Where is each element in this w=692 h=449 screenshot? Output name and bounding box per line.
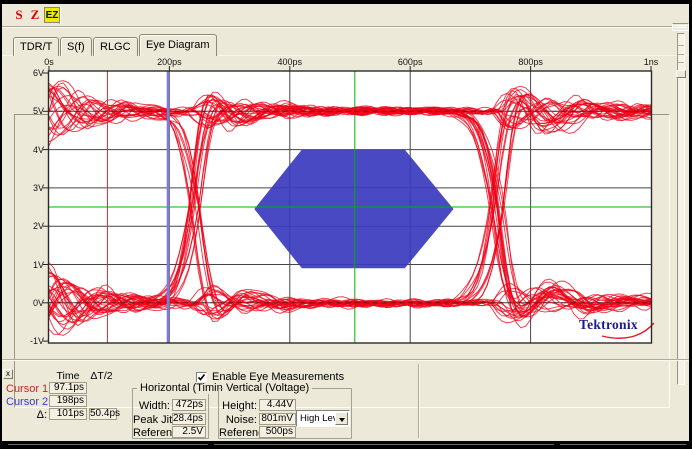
slider-tick xyxy=(678,54,684,55)
x-tick-label: 0s xyxy=(29,57,69,67)
window-edge xyxy=(0,0,692,4)
cursor-row-label: Cursor 1: xyxy=(6,383,47,395)
x-tick-label: 800ps xyxy=(511,57,551,67)
app-window: SZEZ TDR/TS(f)RLGCEye Diagram 0s 200ps 400… xyxy=(0,0,692,449)
ez-app-icon[interactable]: EZ xyxy=(44,7,60,23)
group-title: Vertical (Voltage) xyxy=(223,382,312,394)
column-header-delta-t-half: ΔT/2 xyxy=(86,370,117,382)
field-value: 4.44V xyxy=(259,399,296,411)
y-tick-label: 4V xyxy=(0,145,44,155)
toolbar-divider xyxy=(2,26,689,28)
cursor-time-value: 101ps xyxy=(49,408,87,420)
field-value: 472ps xyxy=(172,399,206,411)
status-bar xyxy=(0,441,692,449)
x-tick-label: 1ns xyxy=(631,57,671,67)
tab-eye-diagram[interactable]: Eye Diagram xyxy=(139,34,217,56)
y-tick-label: 1V xyxy=(0,260,44,270)
x-tick-label: 200ps xyxy=(149,57,189,67)
y-tick-label: 6V xyxy=(0,68,44,78)
y-tick-label: 5V xyxy=(0,106,44,116)
toolbar: SZEZ xyxy=(2,5,689,26)
cursor-time-value: 198ps xyxy=(49,395,87,407)
y-tick-label: 0V xyxy=(0,298,44,308)
cursor-dt2-value: 50.4ps xyxy=(89,408,117,420)
cursor-row-label: Cursor 2: xyxy=(6,396,47,408)
check-icon xyxy=(197,373,206,382)
vertical-slider-track[interactable] xyxy=(677,33,685,385)
status-segment xyxy=(560,444,686,447)
y-tick-label: 3V xyxy=(0,183,44,193)
field-label: Reference: xyxy=(219,427,257,439)
field-label: Width: xyxy=(133,400,170,412)
status-segment xyxy=(8,444,208,447)
field-label: Reference: xyxy=(133,427,170,439)
measurement-panel: x Time ΔT/2 Cursor 1:97.1psCursor 2:198p… xyxy=(0,358,692,441)
panel-divider-vertical xyxy=(418,364,420,438)
tab-rlgc[interactable]: RLGC xyxy=(93,37,138,56)
cursor-time-value: 97.1ps xyxy=(49,382,87,394)
field-value: 28.4ps xyxy=(172,413,206,425)
tab-s-f-[interactable]: S(f) xyxy=(60,37,92,56)
s-app-icon[interactable]: S xyxy=(12,7,26,23)
field-value[interactable]: 500ps xyxy=(259,426,296,438)
vertical-slider-thumb[interactable] xyxy=(676,70,686,78)
status-segment xyxy=(214,444,554,447)
tab-tdr-t[interactable]: TDR/T xyxy=(13,37,59,56)
field-label: Peak Jitter: xyxy=(133,414,170,426)
cursor-row-label: Δ: xyxy=(6,409,47,421)
noise-level-dropdown[interactable]: High Level xyxy=(296,410,350,427)
y-tick-label: 2V xyxy=(0,221,44,231)
slider-tick xyxy=(678,62,684,63)
dropdown-button[interactable] xyxy=(335,412,348,425)
field-value: 801mV xyxy=(259,413,296,425)
chevron-down-icon xyxy=(339,418,345,422)
close-panel-button[interactable]: x xyxy=(3,369,13,379)
sizing-grip-icon[interactable] xyxy=(672,23,689,31)
slider-tick xyxy=(678,45,684,46)
x-tick-label: 600ps xyxy=(390,57,430,67)
window-edge xyxy=(0,0,2,449)
column-header-time: Time xyxy=(49,370,87,382)
z-app-icon[interactable]: Z xyxy=(28,7,42,23)
y-tick-label: -1V xyxy=(0,336,44,346)
field-value[interactable]: 2.5V xyxy=(172,426,206,438)
x-tick-label: 400ps xyxy=(270,57,310,67)
field-label: Noise: xyxy=(219,414,257,426)
panel-divider xyxy=(2,359,689,361)
group-horizontal-timing: Horizontal (Timing)Width:472psPeak Jitte… xyxy=(132,388,209,439)
field-label: Height: xyxy=(219,400,257,412)
tektronix-logo: Tektronix xyxy=(579,317,638,333)
